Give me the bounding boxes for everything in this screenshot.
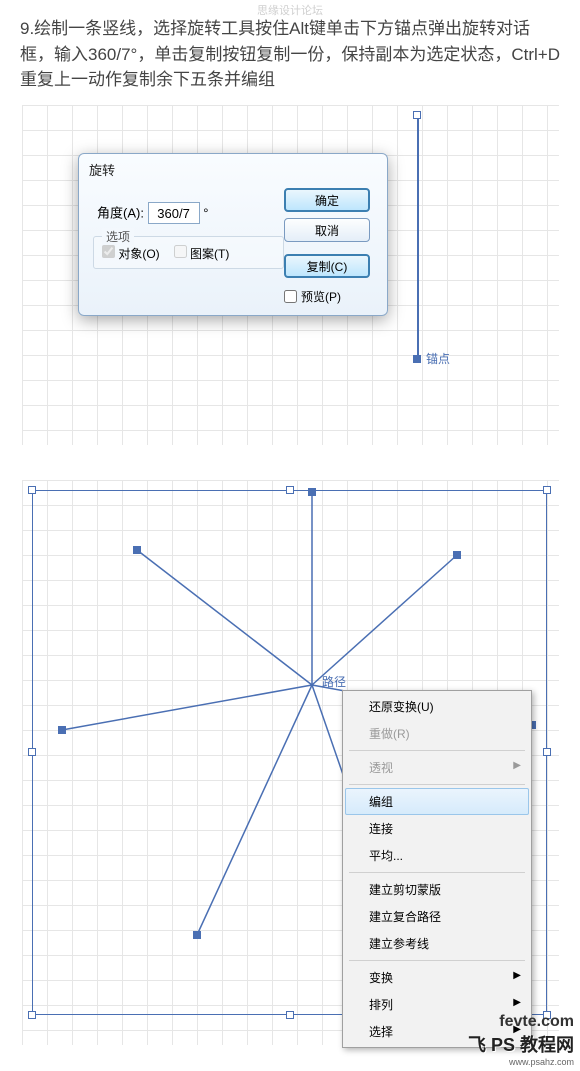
checkbox-object[interactable]: 对象(O): [102, 245, 160, 262]
path-handle[interactable]: [453, 551, 461, 559]
ctx-undo[interactable]: 还原变换(U): [345, 693, 529, 720]
bbox-handle[interactable]: [543, 486, 551, 494]
angle-input[interactable]: [148, 202, 200, 224]
bbox-handle[interactable]: [286, 486, 294, 494]
ctx-guides[interactable]: 建立参考线: [345, 930, 529, 957]
ctx-transform[interactable]: 变换▶: [345, 964, 529, 991]
ctx-separator: [349, 750, 525, 751]
ctx-join[interactable]: 连接: [345, 815, 529, 842]
ctx-clipmask[interactable]: 建立剪切蒙版: [345, 876, 529, 903]
path-handle-top[interactable]: [413, 111, 421, 119]
path-label: 路径: [322, 673, 346, 690]
bbox-handle[interactable]: [28, 1011, 36, 1019]
ok-button[interactable]: 确定: [284, 188, 370, 212]
path-handle[interactable]: [193, 931, 201, 939]
ctx-compound[interactable]: 建立复合路径: [345, 903, 529, 930]
bbox-handle[interactable]: [28, 486, 36, 494]
path-handle[interactable]: [133, 546, 141, 554]
canvas-area-2[interactable]: 路径 还原变换(U) 重做(R) 透视▶ 编组 连接 平均... 建立剪切蒙版 …: [22, 480, 559, 1045]
path-handle[interactable]: [58, 726, 66, 734]
ctx-separator: [349, 872, 525, 873]
bbox-handle[interactable]: [286, 1011, 294, 1019]
ctx-redo: 重做(R): [345, 720, 529, 747]
bbox-handle[interactable]: [28, 748, 36, 756]
ctx-separator: [349, 960, 525, 961]
anchor-point[interactable]: [413, 355, 421, 363]
chevron-right-icon: ▶: [513, 997, 521, 1008]
dialog-title: 旋转: [79, 154, 387, 184]
rotate-dialog[interactable]: 旋转 角度(A): ° 选项 对象(O) 图案(T) 确定 取消 复制(C) 预…: [78, 153, 388, 316]
path-handle[interactable]: [308, 488, 316, 496]
chevron-right-icon: ▶: [513, 970, 521, 981]
preview-checkbox[interactable]: 预览(P): [284, 288, 379, 305]
context-menu[interactable]: 还原变换(U) 重做(R) 透视▶ 编组 连接 平均... 建立剪切蒙版 建立复…: [342, 690, 532, 1048]
ctx-average[interactable]: 平均...: [345, 842, 529, 869]
cancel-button[interactable]: 取消: [284, 218, 370, 242]
copy-button[interactable]: 复制(C): [284, 254, 370, 278]
ctx-perspective: 透视▶: [345, 754, 529, 781]
ctx-group[interactable]: 编组: [345, 788, 529, 815]
checkbox-pattern[interactable]: 图案(T): [174, 245, 230, 262]
degree-symbol: °: [203, 206, 208, 221]
angle-label: 角度(A):: [97, 206, 144, 221]
options-group: 选项 对象(O) 图案(T): [93, 236, 284, 269]
chevron-right-icon: ▶: [513, 760, 521, 771]
bbox-handle[interactable]: [543, 748, 551, 756]
step-instructions: 9.绘制一条竖线，选择旋转工具按住Alt键单击下方锚点弹出旋转对话框，输入360…: [20, 16, 560, 93]
ctx-separator: [349, 784, 525, 785]
options-legend: 选项: [102, 228, 134, 245]
anchor-label: 锚点: [426, 350, 450, 367]
watermark-bottom: fevte.com 飞 PS 教程网 www.psahz.com: [468, 1013, 574, 1067]
vertical-line[interactable]: [417, 113, 419, 358]
